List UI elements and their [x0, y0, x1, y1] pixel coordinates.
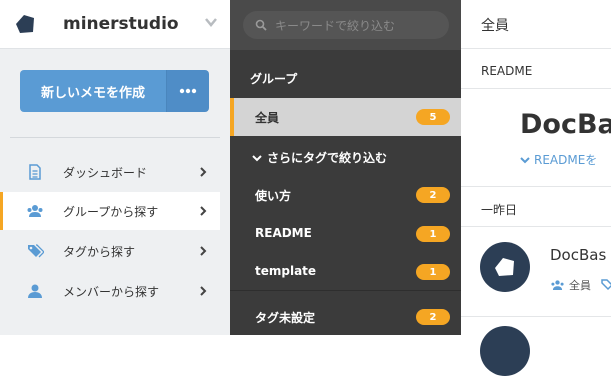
- tag-label: 使い方: [255, 189, 292, 203]
- more-options-button[interactable]: [167, 70, 209, 112]
- avatar[interactable]: [480, 326, 530, 376]
- sidebar-item-tags[interactable]: タグから探す: [0, 232, 220, 270]
- sidebar-item-label: グループから探す: [63, 204, 159, 219]
- group-label: 全員: [255, 111, 280, 125]
- left-sidebar: minerstudio 新しいメモを作成 ダッシュボード グループから探す タグ…: [0, 0, 230, 335]
- group-icon: [27, 205, 43, 217]
- ellipsis-icon: [179, 88, 197, 94]
- tag-filter-label: さらにタグで絞り込む: [267, 151, 388, 165]
- sidebar-item-label: タグから探す: [63, 244, 136, 259]
- readme-title: DocBa: [520, 109, 611, 140]
- chevron-right-icon: [200, 206, 207, 216]
- active-indicator: [230, 98, 234, 136]
- count-badge: 2: [416, 187, 450, 203]
- tag-icon: [601, 279, 611, 291]
- sidebar-item-groups[interactable]: グループから探す: [0, 192, 220, 230]
- document-icon: [29, 164, 41, 180]
- chevron-right-icon: [200, 286, 207, 296]
- readme-divider: [461, 88, 611, 89]
- readme-label: README: [481, 64, 533, 78]
- list-divider: [230, 290, 461, 291]
- team-logo-icon: [11, 10, 39, 38]
- create-memo-button[interactable]: 新しいメモを作成: [20, 70, 167, 112]
- post-divider: [461, 316, 611, 317]
- chevron-right-icon: [200, 167, 207, 177]
- date-header: 一昨日: [481, 203, 518, 217]
- tag-item-untagged[interactable]: タグ未設定 2: [230, 298, 461, 336]
- tag-label: README: [255, 226, 312, 240]
- sidebar-item-members[interactable]: メンバーから探す: [0, 272, 220, 310]
- avatar[interactable]: [480, 242, 530, 292]
- tag-item-readme[interactable]: README 1: [230, 215, 461, 253]
- post-meta: 全員: [550, 277, 611, 293]
- chevron-down-icon[interactable]: [204, 15, 218, 29]
- tag-item-template[interactable]: template 1: [230, 253, 461, 291]
- readme-expand-link[interactable]: READMEを: [520, 151, 597, 168]
- content-pane: 全員 README DocBa READMEを 一昨日 DocBas 全員: [461, 0, 611, 376]
- post-title[interactable]: DocBas: [550, 246, 606, 264]
- tag-label: template: [255, 264, 317, 278]
- group-icon: [551, 280, 564, 290]
- group-item-all[interactable]: 全員 5: [230, 98, 461, 136]
- count-badge: 1: [416, 264, 450, 280]
- date-divider: [461, 226, 611, 227]
- chevron-down-icon: [252, 154, 262, 161]
- groups-heading: グループ: [250, 72, 298, 86]
- section-divider: [461, 186, 611, 187]
- search-icon: [255, 19, 267, 31]
- count-badge: 1: [416, 226, 450, 242]
- readme-link-text: READMEを: [534, 153, 598, 167]
- sidebar-item-dashboard[interactable]: ダッシュボード: [0, 153, 220, 191]
- sidebar-item-label: メンバーから探す: [63, 284, 160, 299]
- sidebar-divider: [10, 137, 220, 138]
- count-badge: 2: [416, 309, 450, 325]
- team-name: minerstudio: [63, 14, 179, 34]
- post-group-label: 全員: [569, 279, 591, 292]
- tag-label: タグ未設定: [255, 311, 316, 325]
- count-badge: 5: [416, 109, 450, 125]
- tag-item-usage[interactable]: 使い方 2: [230, 176, 461, 214]
- search-box[interactable]: [243, 11, 449, 41]
- group-list-pane: グループ 全員 5 さらにタグで絞り込む 使い方 2 README 1 temp…: [230, 0, 461, 335]
- header-divider: [461, 48, 611, 49]
- chevron-down-icon: [520, 156, 530, 163]
- team-switcher[interactable]: minerstudio: [0, 0, 230, 49]
- search-input[interactable]: [273, 11, 447, 41]
- tags-icon: [28, 244, 44, 258]
- sidebar-item-label: ダッシュボード: [63, 165, 148, 180]
- member-icon: [28, 284, 42, 298]
- page-title: 全員: [481, 18, 509, 34]
- chevron-right-icon: [200, 246, 207, 256]
- tag-filter-toggle[interactable]: さらにタグで絞り込む: [252, 149, 387, 166]
